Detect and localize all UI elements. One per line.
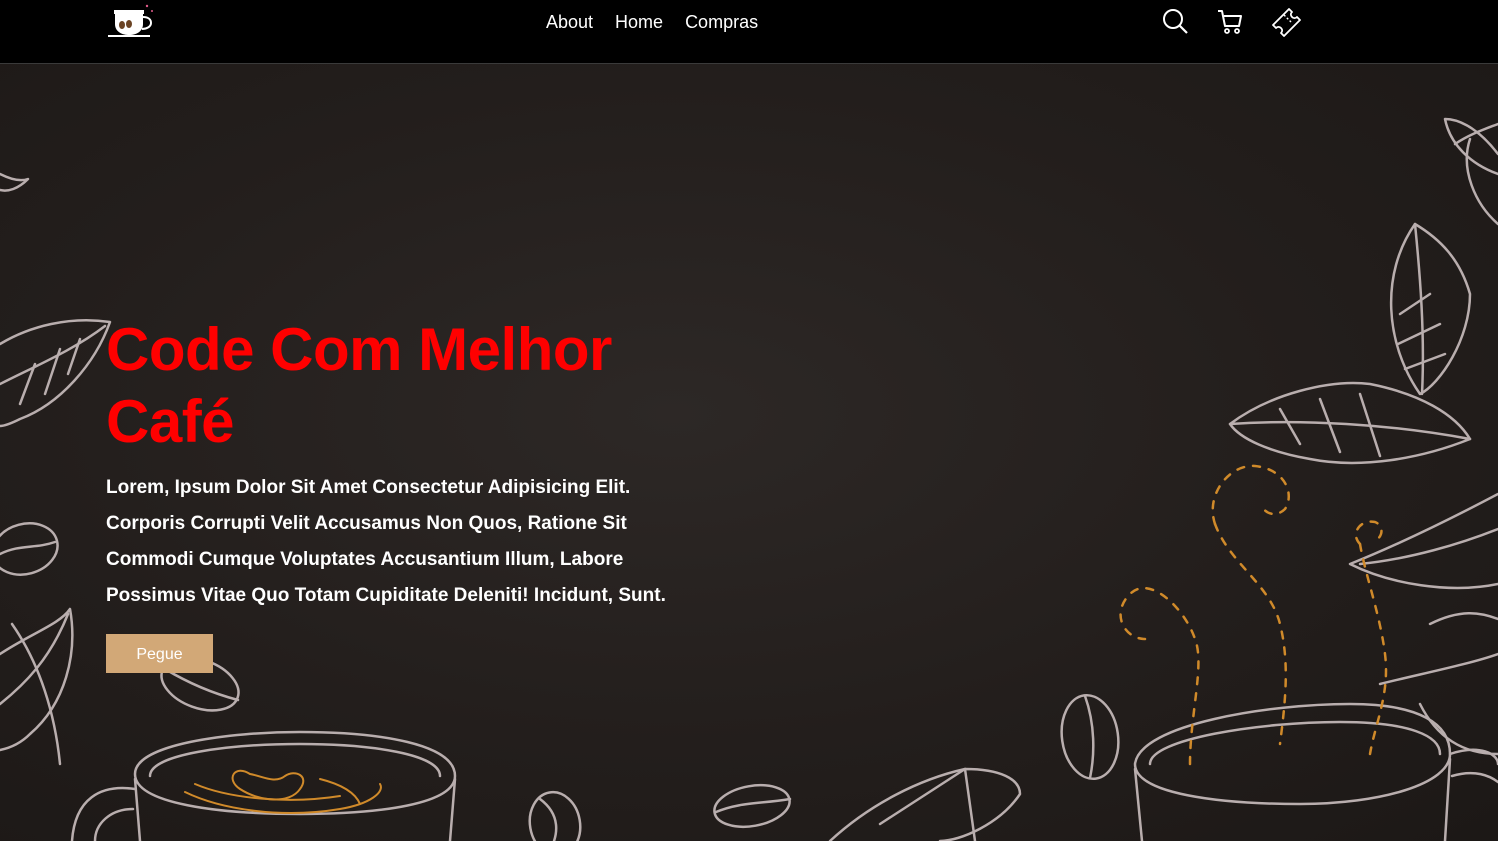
hero-title: Code Com Melhor Café bbox=[106, 316, 612, 455]
hero-section: Code Com Melhor Café Lorem, Ipsum Dolor … bbox=[0, 64, 1498, 841]
cart-icon[interactable] bbox=[1213, 5, 1247, 37]
header-icons bbox=[1158, 5, 1302, 37]
pegue-button[interactable]: Pegue bbox=[106, 634, 213, 673]
main-nav: About Home Compras bbox=[540, 10, 769, 34]
nav-compras[interactable]: Compras bbox=[674, 10, 769, 34]
coffee-cup-logo[interactable] bbox=[104, 2, 158, 42]
hero-description: Lorem, Ipsum Dolor Sit Amet Consectetur … bbox=[106, 477, 666, 606]
ticket-icon[interactable] bbox=[1268, 5, 1302, 37]
site-header: About Home Compras bbox=[0, 0, 1498, 64]
nav-home[interactable]: Home bbox=[604, 10, 674, 34]
nav-about[interactable]: About bbox=[540, 10, 604, 34]
hero-content: Code Com Melhor Café Lorem, Ipsum Dolor … bbox=[106, 314, 706, 673]
search-icon[interactable] bbox=[1158, 5, 1192, 37]
